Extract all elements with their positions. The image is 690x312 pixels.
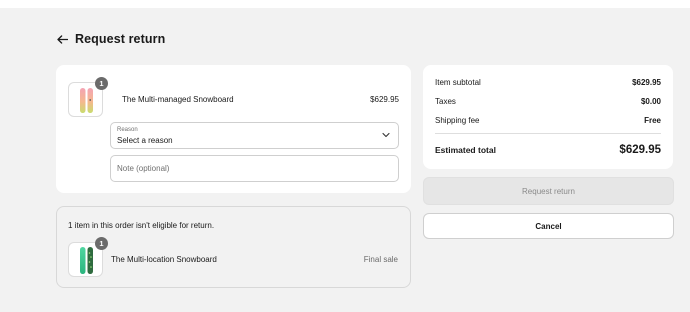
page-title: Request return: [75, 32, 166, 46]
page-background: Request return 1 The Multi-managed Snowb…: [0, 8, 690, 312]
reason-label: Reason: [117, 127, 138, 133]
reason-select[interactable]: Reason Select a reason: [110, 122, 399, 149]
estimated-total-value: $629.95: [619, 144, 661, 156]
subtotal-label: Item subtotal: [435, 78, 481, 87]
back-button[interactable]: [55, 32, 69, 46]
shipping-label: Shipping fee: [435, 116, 480, 125]
chevron-down-icon: [382, 132, 390, 138]
return-item-name: The Multi-managed Snowboard: [122, 95, 234, 104]
taxes-value: $0.00: [640, 97, 661, 106]
quantity-badge: 1: [95, 237, 108, 250]
page-header: Request return: [55, 32, 165, 46]
subtotal-value: $629.95: [632, 78, 661, 87]
shipping-row: Shipping fee Free: [435, 116, 661, 125]
return-item-card: 1 The Multi-managed Snowboard $629.95 Re…: [56, 65, 411, 193]
ineligible-product-thumbnail: 1: [68, 237, 108, 277]
product-thumbnail: 1: [68, 77, 108, 117]
arrow-left-icon: [56, 34, 68, 44]
estimated-total-row: Estimated total $629.95: [435, 144, 661, 156]
request-return-button[interactable]: Request return: [423, 177, 674, 205]
return-item-price: $629.95: [370, 95, 399, 104]
quantity-badge: 1: [95, 77, 108, 90]
ineligible-message: 1 item in this order isn't eligible for …: [68, 221, 215, 230]
reason-value: Select a reason: [117, 136, 173, 145]
ineligible-items-card: 1 item in this order isn't eligible for …: [56, 206, 411, 288]
shipping-value: Free: [644, 116, 661, 125]
subtotal-row: Item subtotal $629.95: [435, 78, 661, 87]
ineligible-item-name: The Multi-location Snowboard: [111, 255, 217, 264]
taxes-label: Taxes: [435, 97, 456, 106]
final-sale-label: Final sale: [363, 255, 398, 264]
note-input[interactable]: [110, 155, 399, 182]
cancel-button[interactable]: Cancel: [423, 213, 674, 239]
summary-divider: [435, 133, 661, 134]
estimated-total-label: Estimated total: [435, 145, 496, 155]
order-summary-card: Item subtotal $629.95 Taxes $0.00 Shippi…: [423, 65, 673, 169]
taxes-row: Taxes $0.00: [435, 97, 661, 106]
